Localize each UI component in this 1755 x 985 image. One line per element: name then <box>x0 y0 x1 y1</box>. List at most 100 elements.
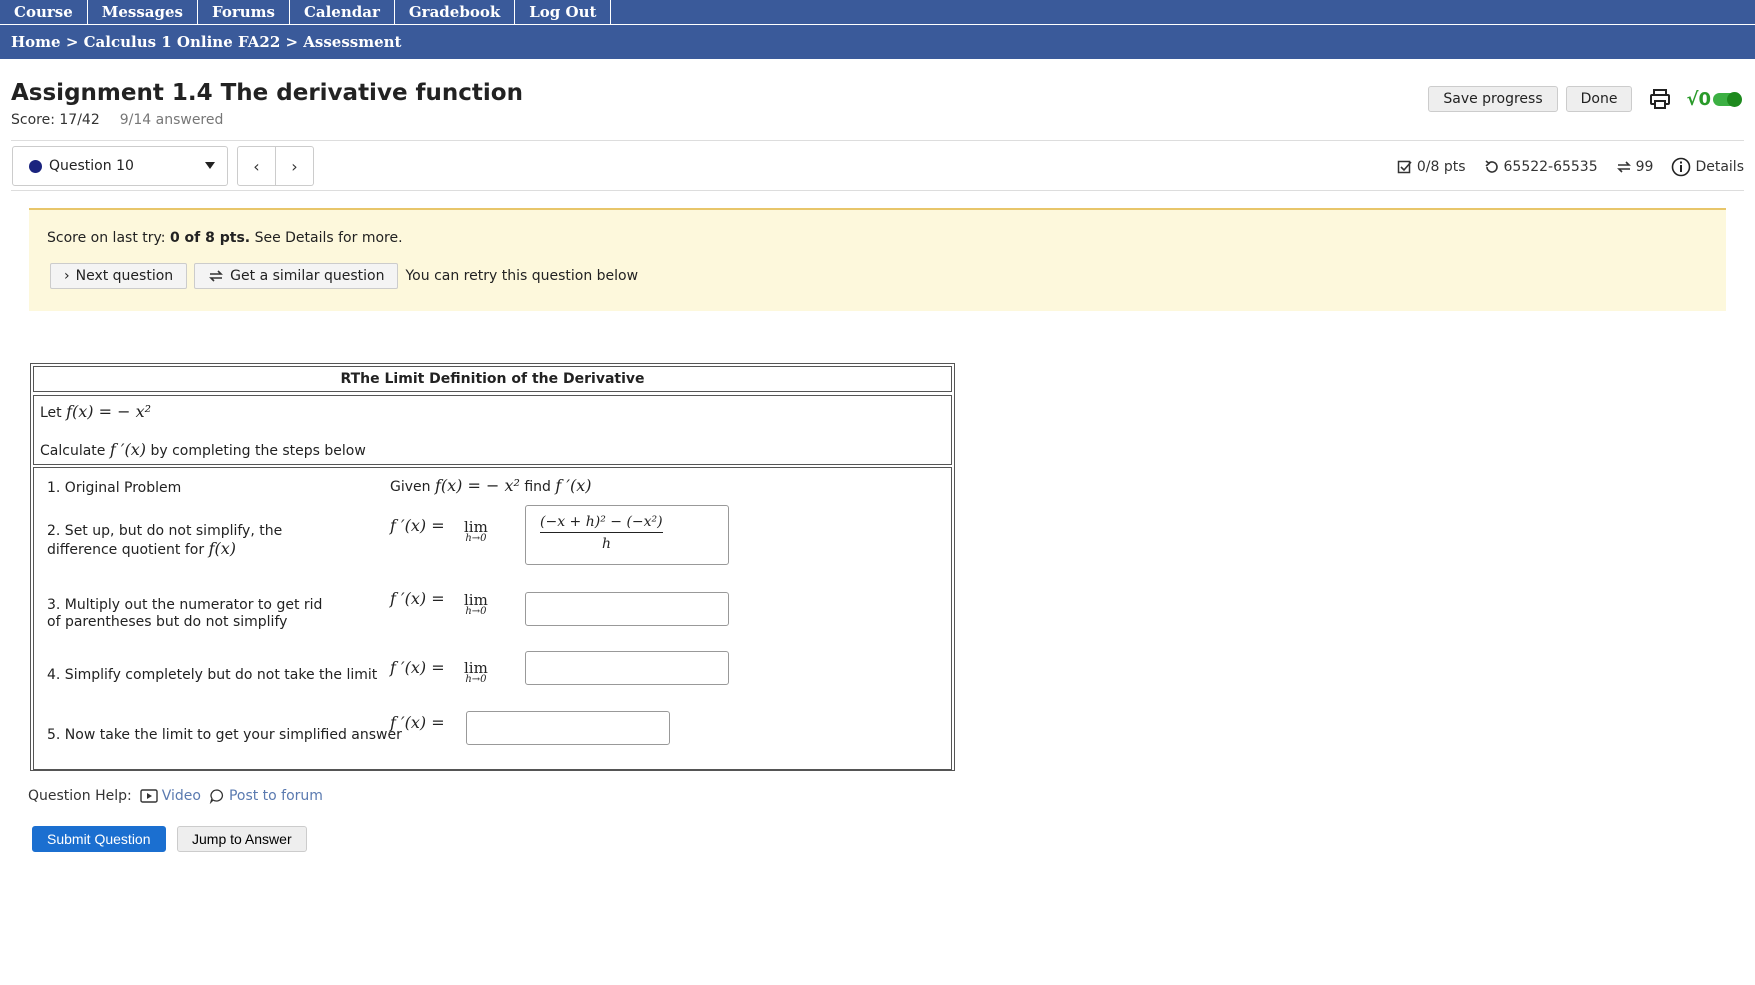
details-link[interactable]: Details <box>1695 159 1744 175</box>
question-help: Question Help: Video Post to forum <box>28 788 323 804</box>
nav-forums[interactable]: Forums <box>198 0 290 24</box>
fprime-label: f ′(x) = <box>390 658 445 677</box>
divider <box>11 190 1744 191</box>
chevron-right-icon: › <box>291 156 298 176</box>
question-select-value: Question 10 <box>49 158 134 174</box>
last-try-suffix: See Details for more. <box>250 230 403 246</box>
retry-text: You can retry this question below <box>405 268 639 284</box>
breadcrumb-text[interactable]: Home > Calculus 1 Online FA22 > Assessme… <box>11 33 401 51</box>
step-1-given: Given <box>390 479 435 495</box>
calc-math: f ′(x) <box>109 440 146 459</box>
save-progress-button[interactable]: Save progress <box>1428 86 1558 112</box>
video-link-label: Video <box>161 788 201 804</box>
toggle-switch[interactable] <box>1713 91 1742 107</box>
problem-box: RThe Limit Definition of the Derivative … <box>30 363 955 771</box>
top-nav: Course Messages Forums Calendar Gradeboo… <box>0 0 1755 25</box>
calc-prefix: Calculate <box>40 443 110 459</box>
question-select[interactable]: Question 10 <box>12 146 228 186</box>
last-try-score: Score on last try: 0 of 8 pts. See Detai… <box>47 230 403 246</box>
let-math: f(x) = − x² <box>66 402 152 421</box>
step-5-answer-field[interactable] <box>466 711 670 745</box>
chat-bubble-icon <box>209 789 223 804</box>
question-help-label: Question Help: <box>28 788 132 804</box>
answered-count: 9/14 answered <box>119 112 224 128</box>
seed-text: 65522-65535 <box>1503 159 1598 175</box>
nav-calendar[interactable]: Calendar <box>290 0 395 24</box>
problem-title: RThe Limit Definition of the Derivative <box>33 366 952 392</box>
retry-icon <box>209 270 224 282</box>
nav-course[interactable]: Course <box>0 0 88 24</box>
math-entry-toggle[interactable]: √0 <box>1686 88 1742 110</box>
video-icon <box>140 789 158 803</box>
question-meta: 0/8 pts 65522-65535 99 Details <box>1397 157 1744 177</box>
sqrt-icon: √0 <box>1686 88 1711 110</box>
info-icon[interactable] <box>1671 157 1691 177</box>
score-text: Score: 17/42 <box>11 112 100 128</box>
score-line: Score: 17/42 9/14 answered <box>11 112 223 128</box>
fprime-label: f ′(x) = <box>390 516 445 535</box>
forum-link-label: Post to forum <box>228 788 323 804</box>
step-2-answer-field[interactable]: (−x + h)² − (−x²) h <box>525 505 729 565</box>
banner-actions: › Next question Get a similar question Yo… <box>50 263 638 289</box>
question-pager: ‹ › <box>237 146 314 186</box>
step-1-math: f(x) = − x² <box>434 476 520 495</box>
problem-intro: Let f(x) = − x² Calculate f ′(x) by comp… <box>33 395 952 465</box>
breadcrumb: Home > Calculus 1 Online FA22 > Assessme… <box>0 25 1755 59</box>
step-4-label: 4. Simplify completely but do not take t… <box>47 667 378 683</box>
status-dot-icon <box>29 159 42 173</box>
checkbox-icon <box>1397 160 1412 174</box>
lim-sub: h→0 <box>465 606 487 617</box>
caret-down-icon <box>205 162 215 169</box>
step-1-rhs: Given f(x) = − x² find f ′(x) <box>390 476 592 495</box>
step-3-label: 3. Multiply out the numerator to get rid… <box>47 597 323 630</box>
nav-logout[interactable]: Log Out <box>515 0 612 24</box>
divider <box>11 140 1744 141</box>
step-1-math2: f ′(x) <box>555 476 592 495</box>
next-question-button[interactable]: › Next question <box>50 263 188 289</box>
jump-to-answer-button[interactable]: Jump to Answer <box>177 826 307 852</box>
undo-icon <box>1484 160 1498 173</box>
calc-suffix: by completing the steps below <box>146 443 366 459</box>
fprime-label: f ′(x) = <box>390 713 445 732</box>
similar-question-button[interactable]: Get a similar question <box>194 263 399 289</box>
limit-symbol: lim h→0 <box>464 518 488 544</box>
forum-link[interactable]: Post to forum <box>209 788 323 804</box>
step-1-find: find <box>519 479 556 495</box>
retry-banner: Score on last try: 0 of 8 pts. See Detai… <box>29 208 1726 311</box>
steps-table: 1. Original Problem Given f(x) = − x² fi… <box>33 467 952 770</box>
step-4-answer-field[interactable] <box>525 651 729 685</box>
step-5-label: 5. Now take the limit to get your simpli… <box>47 727 402 743</box>
step-2-label-math: f(x) <box>208 539 236 558</box>
last-try-score-bold: 0 of 8 pts. <box>169 230 251 246</box>
submit-question-button[interactable]: Submit Question <box>32 826 166 852</box>
limit-symbol: lim h→0 <box>464 659 488 685</box>
step-2-label: 2. Set up, but do not simplify, the diff… <box>47 523 337 559</box>
step-3-answer-field[interactable] <box>525 592 729 626</box>
let-prefix: Let <box>40 405 67 421</box>
lim-sub: h→0 <box>465 674 487 685</box>
let-line: Let f(x) = − x² <box>40 402 151 421</box>
fprime-label: f ′(x) = <box>390 589 445 608</box>
nav-messages[interactable]: Messages <box>88 0 198 24</box>
video-link[interactable]: Video <box>140 788 201 804</box>
similar-question-label: Get a similar question <box>230 268 385 284</box>
done-button[interactable]: Done <box>1565 86 1633 112</box>
points-text: 0/8 pts <box>1416 159 1466 175</box>
tries-text: 99 <box>1635 159 1654 175</box>
chevron-right-icon: › <box>64 268 70 284</box>
limit-symbol: lim h→0 <box>464 591 488 617</box>
calculate-line: Calculate f ′(x) by completing the steps… <box>40 440 366 459</box>
step-2-label-text: 2. Set up, but do not simplify, the diff… <box>47 523 283 558</box>
last-try-prefix: Score on last try: <box>47 230 170 246</box>
step-2-denominator: h <box>602 536 612 552</box>
next-question-arrow-button[interactable]: › <box>276 146 314 186</box>
print-icon[interactable] <box>1648 87 1672 111</box>
lim-sub: h→0 <box>465 533 487 544</box>
page-title: Assignment 1.4 The derivative function <box>11 80 523 106</box>
retry-icon <box>1616 161 1631 173</box>
step-1-label: 1. Original Problem <box>47 480 182 496</box>
prev-question-button[interactable]: ‹ <box>237 146 276 186</box>
nav-gradebook[interactable]: Gradebook <box>395 0 516 24</box>
step-2-numerator: (−x + h)² − (−x²) <box>540 514 663 533</box>
top-actions: Save progress Done √0 <box>1428 86 1742 112</box>
